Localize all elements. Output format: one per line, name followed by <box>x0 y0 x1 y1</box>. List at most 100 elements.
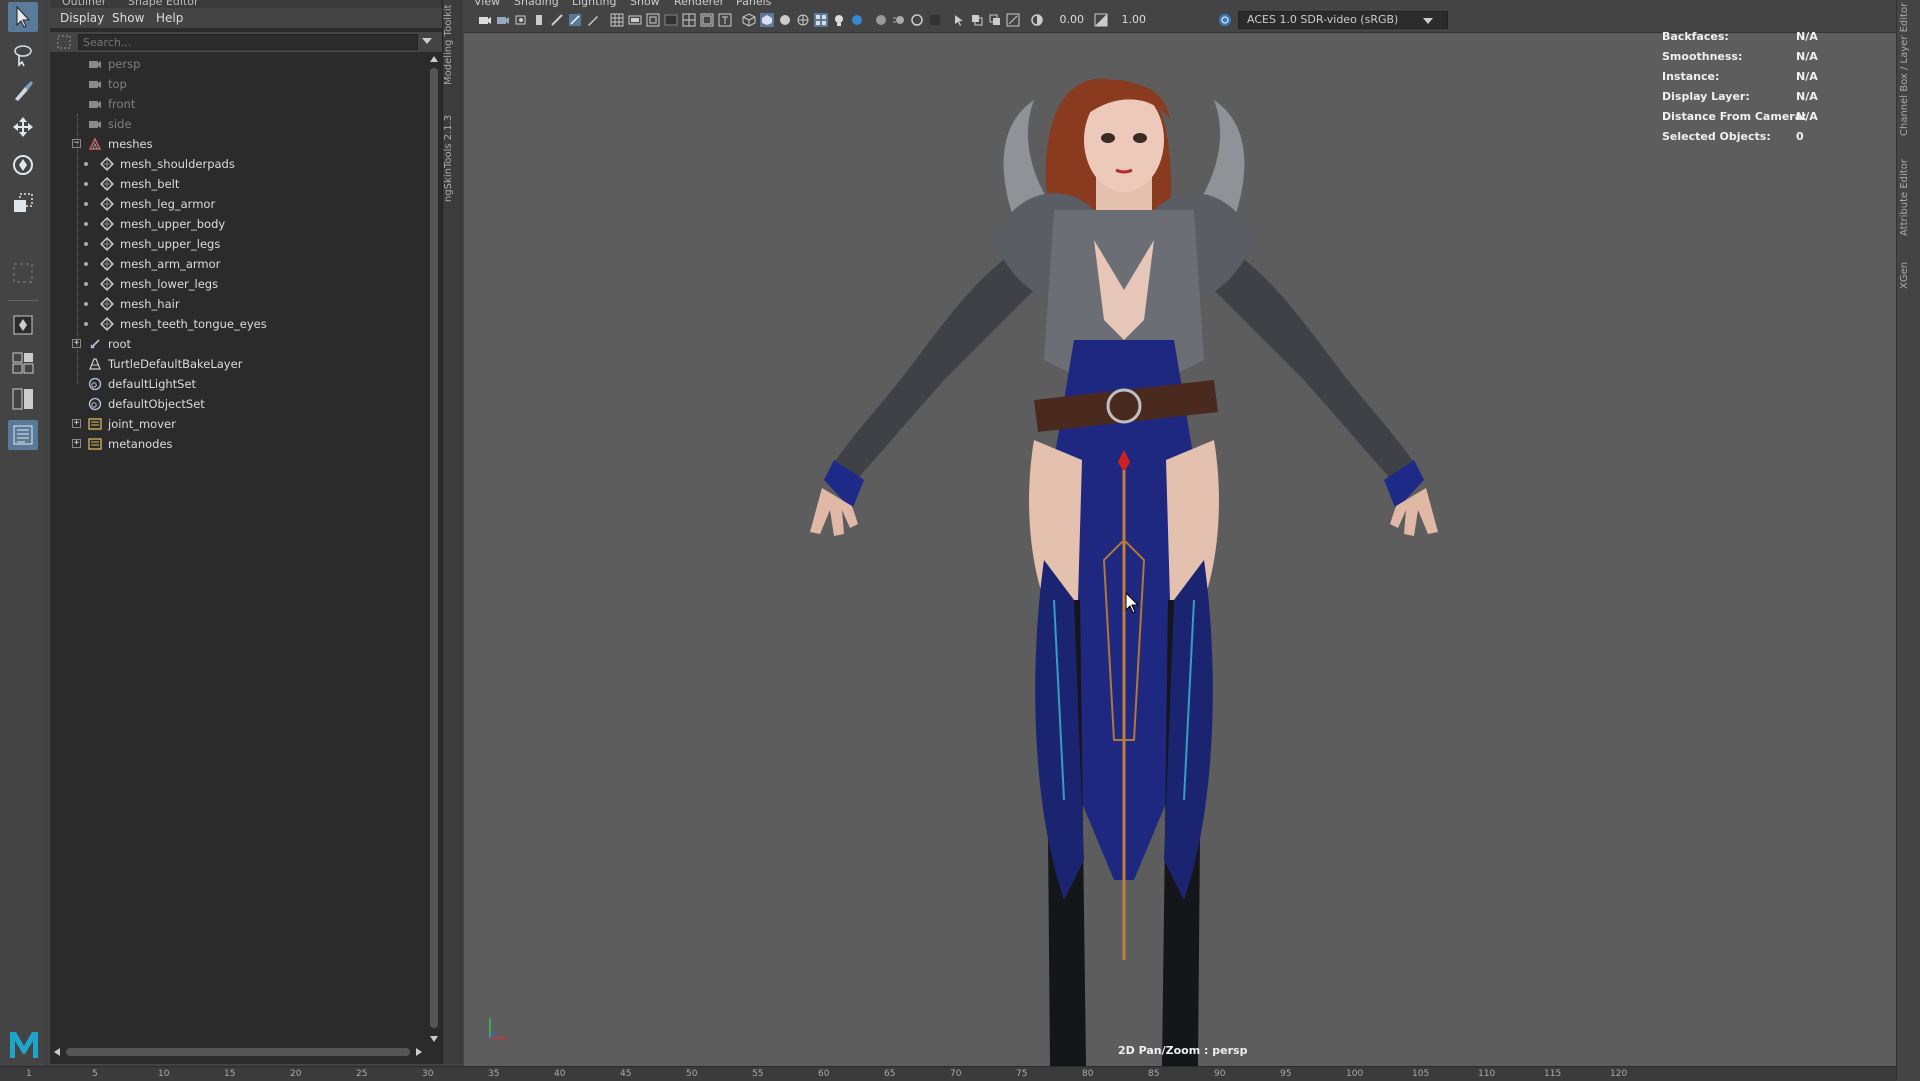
expand-icon[interactable]: + <box>72 419 81 428</box>
layout-single-icon[interactable] <box>8 310 38 340</box>
list-item[interactable]: mesh_shoulderpads <box>50 154 426 174</box>
search-filter-icon[interactable] <box>56 34 72 50</box>
tab-xgen[interactable]: XGen <box>1899 258 1919 292</box>
outliner-horizontal-scrollbar[interactable] <box>50 1046 426 1058</box>
search-input[interactable] <box>78 34 418 50</box>
list-item[interactable]: persp <box>50 54 426 74</box>
grease-pencil-icon[interactable] <box>568 13 582 27</box>
list-item[interactable]: defaultObjectSet <box>50 394 426 414</box>
list-item[interactable]: mesh_hair <box>50 294 426 314</box>
chevron-down-icon[interactable] <box>1423 18 1433 24</box>
list-item[interactable]: mesh_arm_armor <box>50 254 426 274</box>
chevron-down-icon[interactable] <box>422 38 432 44</box>
gate-mask-icon[interactable] <box>664 13 678 27</box>
wireframe-icon[interactable] <box>742 13 756 27</box>
camera-select-icon[interactable] <box>478 13 492 27</box>
default-material-icon[interactable] <box>778 13 792 27</box>
menu-show[interactable]: Show <box>112 11 144 25</box>
list-item[interactable]: mesh_leg_armor <box>50 194 426 214</box>
list-item[interactable]: mesh_lower_legs <box>50 274 426 294</box>
list-item[interactable]: side <box>50 114 426 134</box>
wireframe-on-shaded-icon[interactable] <box>796 13 810 27</box>
menu-display[interactable]: Display <box>60 11 104 25</box>
time-slider[interactable]: 1 5 10 15 20 25 30 35 40 45 50 55 60 65 70 75 80 85 90 95 10… <box>0 1066 1896 1081</box>
list-item[interactable]: − meshes <box>50 134 426 154</box>
scroll-down-icon[interactable] <box>430 1036 438 1042</box>
list-item[interactable]: + root <box>50 334 426 354</box>
menu-shading[interactable]: Shading <box>514 0 559 8</box>
menu-view[interactable]: View <box>474 0 500 8</box>
scroll-left-icon[interactable] <box>54 1048 60 1056</box>
list-item[interactable]: mesh_belt <box>50 174 426 194</box>
collapse-icon[interactable]: − <box>72 139 81 148</box>
list-item[interactable]: top <box>50 74 426 94</box>
lights-icon[interactable] <box>832 13 846 27</box>
colorspace-dropdown[interactable]: ACES 1.0 SDR-video (sRGB) <box>1238 11 1448 29</box>
scale-tool-icon[interactable] <box>8 188 38 218</box>
character-model[interactable] <box>734 40 1474 1066</box>
tab-ngskintools[interactable]: ngSkinTools 2.1.3 <box>443 108 463 208</box>
menu-help[interactable]: Help <box>156 11 183 25</box>
gamma-icon[interactable] <box>1094 13 1108 27</box>
layout-four-icon[interactable] <box>8 348 38 378</box>
expand-icon[interactable]: + <box>72 439 81 448</box>
list-item[interactable]: + metanodes <box>50 434 426 454</box>
lasso-tool-icon[interactable] <box>8 40 38 70</box>
scroll-up-icon[interactable] <box>430 56 438 62</box>
film-gate-icon[interactable] <box>628 13 642 27</box>
textured-icon[interactable] <box>814 13 828 27</box>
safe-title-icon[interactable] <box>718 13 732 27</box>
scroll-right-icon[interactable] <box>416 1048 422 1056</box>
xray-joints-icon[interactable] <box>1006 13 1020 27</box>
layout-two-icon[interactable] <box>8 384 38 414</box>
pencil-icon[interactable] <box>586 13 600 27</box>
list-item[interactable]: + joint_mover <box>50 414 426 434</box>
list-item[interactable]: mesh_teeth_tongue_eyes <box>50 314 426 334</box>
menu-show[interactable]: Show <box>630 0 660 8</box>
expand-icon[interactable]: + <box>72 339 81 348</box>
color-management-icon[interactable] <box>1218 13 1232 27</box>
outliner-vertical-scrollbar[interactable] <box>428 54 440 1046</box>
shadows-icon[interactable] <box>850 13 864 27</box>
list-item[interactable]: mesh_upper_legs <box>50 234 426 254</box>
gamma-field[interactable]: 1.00 <box>1110 12 1147 27</box>
exposure-icon[interactable] <box>1030 13 1044 27</box>
xray-active-icon[interactable] <box>988 13 1002 27</box>
image-plane-icon[interactable] <box>532 13 546 27</box>
anti-aliasing-icon[interactable] <box>910 13 924 27</box>
smooth-shade-icon[interactable] <box>760 13 774 27</box>
tab-attribute-editor[interactable]: Attribute Editor <box>1899 156 1919 240</box>
safe-action-icon[interactable] <box>700 13 714 27</box>
menu-lighting[interactable]: Lighting <box>572 0 616 8</box>
paint-select-tool-icon[interactable] <box>8 76 38 106</box>
list-item[interactable]: TurtleDefaultBakeLayer <box>50 354 426 374</box>
bookmark-icon[interactable] <box>514 13 528 27</box>
rotate-tool-icon[interactable] <box>8 150 38 180</box>
tab-channel-box[interactable]: Channel Box / Layer Editor <box>1899 2 1919 136</box>
last-tool-icon[interactable] <box>8 258 38 288</box>
xray-icon[interactable] <box>970 13 984 27</box>
motion-blur-icon[interactable] <box>892 13 906 27</box>
grid-icon[interactable] <box>610 13 624 27</box>
menu-panels[interactable]: Panels <box>736 0 771 8</box>
tab-outliner[interactable]: Outliner <box>62 0 106 8</box>
ambient-occlusion-icon[interactable] <box>874 13 888 27</box>
isolate-select-icon[interactable] <box>952 13 966 27</box>
move-tool-icon[interactable] <box>8 112 38 142</box>
field-chart-icon[interactable] <box>682 13 696 27</box>
tab-shape-editor[interactable]: Shape Editor <box>128 0 199 8</box>
scrollbar-thumb[interactable] <box>430 68 438 1028</box>
outliner-layout-icon[interactable] <box>8 420 38 450</box>
viewport-panel[interactable]: View Shading Lighting Show Renderer Pane… <box>464 0 1896 1066</box>
tab-modeling-toolkit[interactable]: Modeling Toolkit <box>443 2 463 88</box>
pan-zoom-icon[interactable] <box>550 13 564 27</box>
list-item[interactable]: front <box>50 94 426 114</box>
scrollbar-thumb[interactable] <box>66 1048 410 1056</box>
depth-of-field-icon[interactable] <box>928 13 942 27</box>
camera-attributes-icon[interactable] <box>496 13 510 27</box>
select-tool-icon[interactable] <box>8 2 38 32</box>
list-item[interactable]: defaultLightSet <box>50 374 426 394</box>
list-item[interactable]: mesh_upper_body <box>50 214 426 234</box>
exposure-field[interactable]: 0.00 <box>1048 12 1085 27</box>
resolution-gate-icon[interactable] <box>646 13 660 27</box>
